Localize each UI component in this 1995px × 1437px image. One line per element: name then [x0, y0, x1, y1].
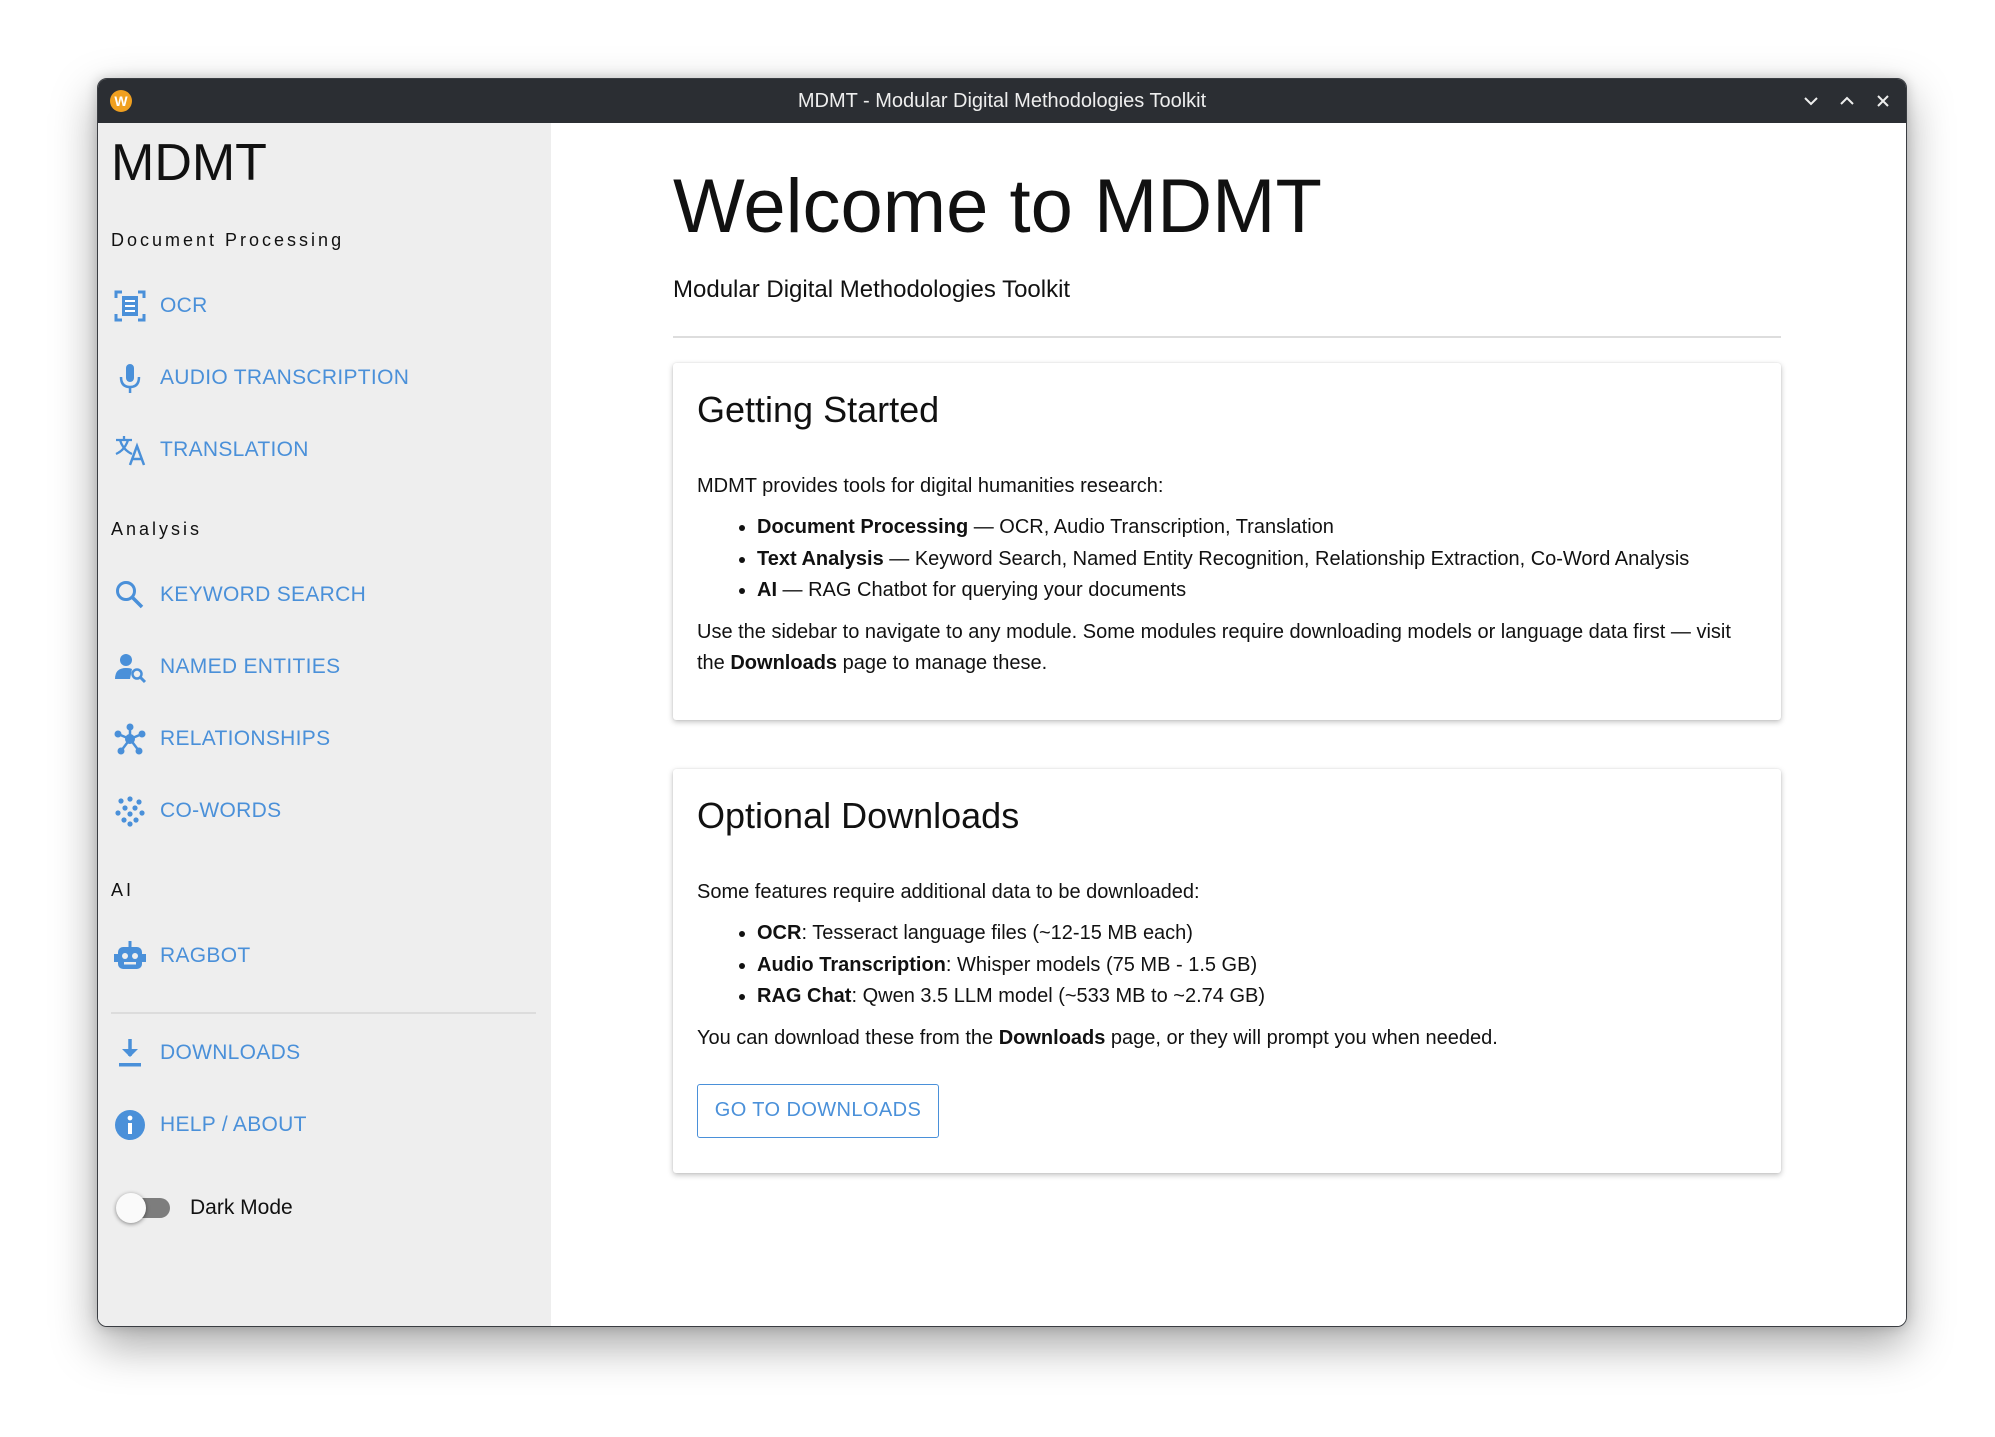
sidebar-item-co-words[interactable]: CO-WORDS [112, 784, 532, 838]
section-label-ai: AI [111, 880, 135, 900]
main-content: Welcome to MDMT Modular Digital Methodol… [551, 123, 1906, 1326]
page-title: Welcome to MDMT [673, 164, 1322, 249]
window-title: MDMT - Modular Digital Methodologies Too… [797, 90, 1207, 112]
sidebar-item-named-entities[interactable]: NAMED ENTITIES [112, 640, 532, 694]
sidebar-item-label: AUDIO TRANSCRIPTION [160, 366, 410, 389]
getting-started-card: Getting Started MDMT provides tools for … [673, 363, 1781, 720]
sidebar-brand: MDMT [111, 134, 267, 192]
card-outro: Use the sidebar to navigate to any modul… [697, 620, 1731, 674]
sidebar-divider [111, 1012, 536, 1014]
sidebar-item-downloads[interactable]: DOWNLOADS [112, 1026, 532, 1080]
person-search-icon [112, 649, 148, 685]
card-heading: Optional Downloads [697, 795, 1020, 836]
app-window: W MDMT - Modular Digital Methodologies T… [97, 78, 1907, 1327]
sidebar-item-help-about[interactable]: HELP / ABOUT [112, 1098, 532, 1152]
sidebar-item-audio-transcription[interactable]: AUDIO TRANSCRIPTION [112, 351, 532, 405]
chevron-down-icon [1804, 97, 1818, 106]
network-icon [112, 721, 148, 757]
sidebar-item-translation[interactable]: TRANSLATION [112, 423, 532, 477]
list-item: Document Processing — OCR, Audio Transcr… [757, 512, 1757, 544]
document-scan-icon [112, 288, 148, 324]
card-intro: Some features require additional data to… [697, 881, 1200, 903]
chevron-up-icon [1840, 96, 1854, 105]
title-bar[interactable]: W MDMT - Modular Digital Methodologies T… [98, 79, 1906, 123]
sidebar-item-label: NAMED ENTITIES [160, 655, 341, 678]
sidebar-item-label: TRANSLATION [160, 438, 309, 461]
minimize-button[interactable] [1796, 85, 1826, 117]
sidebar-item-ragbot[interactable]: RAGBOT [112, 929, 532, 983]
card-heading: Getting Started [697, 389, 940, 430]
feature-list: Document Processing — OCR, Audio Transcr… [697, 512, 1757, 607]
card-outro: You can download these from the Download… [697, 1026, 1498, 1049]
sidebar-item-label: RELATIONSHIPS [160, 727, 331, 750]
download-list: OCR: Tesseract language files (~12-15 MB… [697, 918, 1757, 1013]
sidebar-item-ocr[interactable]: OCR [112, 279, 532, 333]
sidebar-item-label: CO-WORDS [160, 799, 282, 822]
toggle-thumb [116, 1193, 146, 1223]
dark-mode-label: Dark Mode [190, 1196, 293, 1219]
robot-icon [112, 938, 148, 974]
download-icon [112, 1035, 148, 1071]
maximize-button[interactable] [1832, 85, 1862, 117]
sidebar-item-label: RAGBOT [160, 944, 251, 967]
optional-downloads-card: Optional Downloads Some features require… [673, 769, 1781, 1173]
sidebar-item-keyword-search[interactable]: KEYWORD SEARCH [112, 568, 532, 622]
list-item: AI — RAG Chatbot for querying your docum… [757, 575, 1757, 607]
sidebar-item-label: KEYWORD SEARCH [160, 583, 367, 606]
sidebar-item-label: HELP / ABOUT [160, 1113, 307, 1136]
list-item: Text Analysis — Keyword Search, Named En… [757, 544, 1757, 576]
close-button[interactable] [1868, 85, 1898, 117]
sidebar: MDMT Document Processing OCR AUDIO TRANS… [98, 123, 551, 1326]
translate-icon [112, 432, 148, 468]
card-intro: MDMT provides tools for digital humaniti… [697, 475, 1164, 497]
close-icon [1877, 95, 1889, 107]
dark-mode-row: Dark Mode [116, 1193, 293, 1223]
sidebar-item-label: OCR [160, 294, 208, 317]
section-label-document-processing: Document Processing [111, 230, 345, 250]
go-to-downloads-button[interactable]: GO TO DOWNLOADS [697, 1083, 939, 1138]
sidebar-item-label: DOWNLOADS [160, 1041, 301, 1064]
dark-mode-toggle[interactable] [116, 1193, 170, 1223]
list-item: OCR: Tesseract language files (~12-15 MB… [757, 918, 1757, 950]
sidebar-item-relationships[interactable]: RELATIONSHIPS [112, 712, 532, 766]
section-label-analysis: Analysis [111, 519, 203, 539]
page-subtitle: Modular Digital Methodologies Toolkit [673, 276, 1071, 303]
dots-grid-icon [112, 793, 148, 829]
search-icon [112, 577, 148, 613]
list-item: RAG Chat: Qwen 3.5 LLM model (~533 MB to… [757, 981, 1757, 1013]
list-item: Audio Transcription: Whisper models (75 … [757, 950, 1757, 982]
header-divider [673, 336, 1781, 338]
microphone-icon [112, 360, 148, 396]
info-icon [112, 1107, 148, 1143]
